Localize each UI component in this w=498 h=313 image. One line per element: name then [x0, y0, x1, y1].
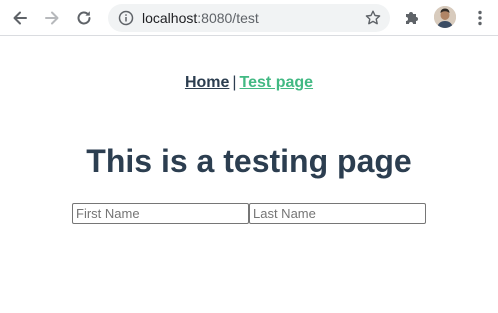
browser-toolbar: localhost:8080/test — [0, 0, 498, 36]
nav-separator: | — [232, 74, 237, 91]
last-name-input[interactable] — [249, 203, 426, 224]
kebab-menu-icon[interactable] — [470, 8, 490, 28]
address-bar[interactable]: localhost:8080/test — [108, 4, 390, 32]
url-text[interactable]: localhost:8080/test — [142, 10, 259, 26]
star-icon[interactable] — [364, 9, 382, 27]
top-nav: Home | Test page — [0, 73, 498, 93]
home-link[interactable]: Home — [185, 74, 229, 91]
page-content: Home | Test page This is a testing page — [0, 37, 498, 313]
forward-button[interactable] — [40, 6, 64, 30]
page-title: This is a testing page — [86, 143, 412, 179]
reload-icon — [77, 11, 91, 25]
avatar[interactable] — [434, 6, 456, 28]
first-name-input[interactable] — [72, 203, 249, 224]
puzzle-icon[interactable] — [402, 8, 422, 28]
url-path: :8080/test — [197, 10, 259, 26]
arrow-right-icon — [45, 11, 59, 25]
profile-photo — [434, 6, 456, 28]
reload-button[interactable] — [72, 6, 96, 30]
url-host: localhost — [142, 10, 198, 26]
arrow-left-icon — [13, 11, 27, 25]
test-page-link[interactable]: Test page — [240, 74, 314, 91]
back-button[interactable] — [8, 6, 32, 30]
name-form — [72, 203, 426, 224]
info-icon[interactable] — [118, 10, 134, 26]
